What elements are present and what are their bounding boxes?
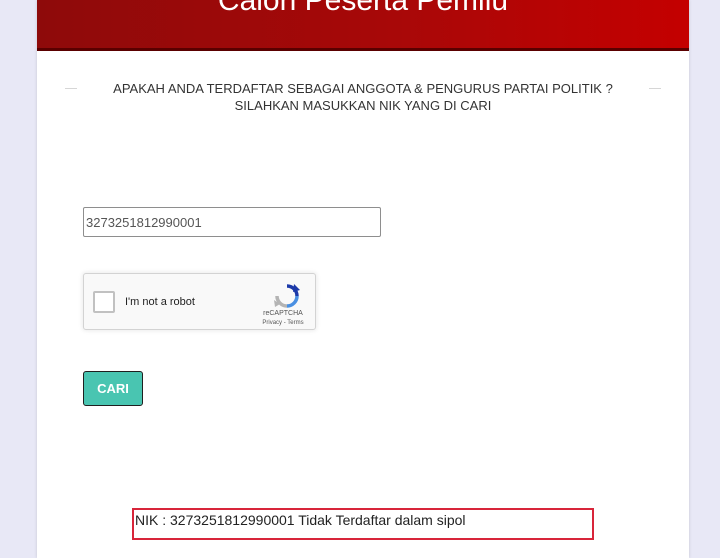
divider-right (649, 88, 661, 89)
recaptcha-links[interactable]: Privacy - Terms (252, 319, 314, 327)
main-card: Calon Peserta Pemilu APAKAH ANDA TERDAFT… (37, 0, 689, 558)
result-box: NIK : 3273251812990001 Tidak Terdaftar d… (132, 508, 594, 540)
recaptcha-brand: reCAPTCHA (263, 310, 303, 317)
result-message: NIK : 3273251812990001 Tidak Terdaftar d… (135, 512, 466, 528)
recaptcha-widget: I'm not a robot reCAPTCHA Privacy - Term… (83, 273, 316, 330)
question-section: APAKAH ANDA TERDAFTAR SEBAGAI ANGGOTA & … (65, 80, 661, 114)
question-line-1: APAKAH ANDA TERDAFTAR SEBAGAI ANGGOTA & … (113, 81, 613, 96)
divider-left (65, 88, 77, 89)
recaptcha-checkbox[interactable] (93, 291, 115, 313)
recaptcha-logo-icon (274, 284, 300, 308)
page-title: Calon Peserta Pemilu (217, 0, 509, 17)
page-header: Calon Peserta Pemilu (37, 0, 689, 51)
cari-button[interactable]: CARI (83, 371, 143, 406)
nik-input[interactable] (83, 207, 381, 237)
question-line-2: SILAHKAN MASUKKAN NIK YANG DI CARI (234, 98, 492, 113)
question-text: APAKAH ANDA TERDAFTAR SEBAGAI ANGGOTA & … (83, 80, 643, 114)
recaptcha-label: I'm not a robot (125, 296, 195, 308)
